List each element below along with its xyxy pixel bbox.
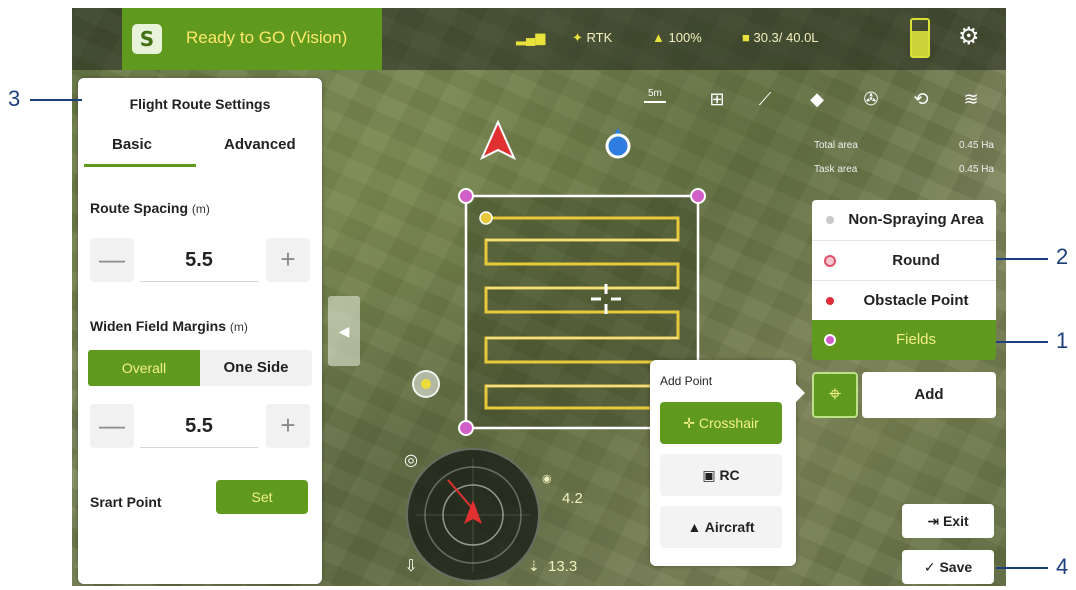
- satellite-icon: ✦: [572, 30, 583, 45]
- home-direction-icon: [480, 120, 516, 160]
- eraser-icon[interactable]: ◆: [804, 86, 830, 112]
- info-task-area: Task area 0.45 Ha: [814, 164, 994, 175]
- aircraft-location-icon: [605, 128, 631, 159]
- route-spacing-value[interactable]: 5.5: [140, 238, 258, 282]
- non-spraying-dot-icon: [826, 216, 834, 224]
- aircraft-icon: ▲: [687, 519, 702, 535]
- add-point-aircraft-option[interactable]: ▲ Aircraft: [660, 506, 782, 548]
- distance-icon: ◉: [542, 473, 552, 485]
- rtk-indicator: ✦ RTK: [572, 30, 613, 45]
- menu-item-fields[interactable]: Fields: [812, 320, 996, 360]
- callout-number: 2: [1056, 244, 1069, 269]
- sprayer-icon: ■: [742, 30, 750, 45]
- margin-one-side-option[interactable]: One Side: [200, 350, 312, 386]
- gear-icon[interactable]: ⚙: [958, 22, 980, 51]
- collapse-panel-button[interactable]: ◀: [328, 296, 360, 366]
- signal-indicator: ▂▄▆: [516, 30, 545, 46]
- add-button[interactable]: Add: [862, 372, 996, 418]
- landing-icon[interactable]: ⇩: [400, 556, 422, 578]
- drone-settings-icon[interactable]: ✇: [858, 86, 884, 112]
- height-value: 13.3: [548, 558, 578, 575]
- margin-value[interactable]: 5.5: [140, 404, 258, 448]
- field-corner-handle[interactable]: [458, 188, 474, 204]
- obstacle-dot-icon: [826, 297, 834, 305]
- callout-line: [996, 258, 1048, 260]
- add-point-popup: Add Point ✛ Crosshair ▣ RC ▲ Aircraft: [650, 360, 805, 566]
- callout-number: 3: [8, 86, 21, 111]
- set-start-point-button[interactable]: Set: [216, 480, 308, 514]
- tab-basic[interactable]: Basic: [112, 136, 152, 153]
- widen-field-margins-label: Widen Field Margins (m): [90, 318, 248, 334]
- add-field-icon[interactable]: ⊞: [704, 86, 730, 112]
- flight-route-settings-panel: Flight Route Settings Basic Advanced Rou…: [78, 78, 322, 584]
- margin-increase-button[interactable]: +: [266, 404, 310, 448]
- callout-line: [30, 99, 82, 101]
- add-point-crosshair-option[interactable]: ✛ Crosshair: [660, 402, 782, 444]
- route-start-marker[interactable]: [479, 211, 493, 225]
- measure-icon[interactable]: ⟋: [752, 86, 778, 112]
- tank-icon: ▲: [652, 30, 665, 45]
- app-screen: S Ready to GO (Vision) ▂▄▆ ✦ RTK ▲ 100% …: [72, 8, 1006, 586]
- crosshair-icon: ⌖: [828, 381, 842, 406]
- tank-indicator: ▲ 100%: [652, 30, 702, 45]
- popup-title: Add Point: [660, 374, 713, 388]
- add-point-rc-option[interactable]: ▣ RC: [660, 454, 782, 496]
- crosshair-icon: ✛: [683, 415, 695, 431]
- route-spacing-decrease-button[interactable]: —: [90, 238, 134, 282]
- menu-icon[interactable]: S: [132, 24, 162, 54]
- target-icon[interactable]: ◎: [400, 450, 422, 472]
- height-icon: ⇣: [528, 558, 540, 574]
- menu-item-round[interactable]: Round: [812, 240, 996, 280]
- start-point-label: Srart Point: [90, 494, 162, 510]
- status-chip[interactable]: S Ready to GO (Vision): [122, 8, 382, 70]
- fields-dot-icon: [824, 334, 836, 346]
- spray-indicator: ■ 30.3/ 40.0L: [742, 30, 819, 45]
- active-tab-indicator: [84, 164, 196, 167]
- menu-item-obstacle-point[interactable]: Obstacle Point: [812, 280, 996, 320]
- status-text: Ready to GO (Vision): [186, 28, 348, 47]
- radar-graphic: [416, 458, 530, 572]
- radar-compass: [406, 448, 540, 582]
- margin-decrease-button[interactable]: —: [90, 404, 134, 448]
- exit-button[interactable]: ⇥ Exit: [902, 504, 994, 538]
- status-bar: S Ready to GO (Vision) ▂▄▆ ✦ RTK ▲ 100% …: [72, 8, 1006, 70]
- chevron-left-icon: ◀: [338, 323, 350, 339]
- field-corner-handle[interactable]: [690, 188, 706, 204]
- callout-number: 4: [1056, 554, 1069, 579]
- info-total-area: Total area 0.45 Ha: [814, 140, 994, 151]
- exit-icon: ⇥: [927, 513, 940, 529]
- rc-signal-icon: ▂▄▆: [516, 30, 546, 45]
- tab-advanced[interactable]: Advanced: [224, 136, 296, 153]
- route-spacing-label: Route Spacing (m): [90, 200, 210, 216]
- location-marker-icon[interactable]: [412, 370, 440, 398]
- rotate-icon[interactable]: ⟲: [908, 86, 934, 112]
- layers-icon[interactable]: ≋: [958, 86, 984, 112]
- callout-line: [996, 567, 1048, 569]
- crosshair-toggle-button[interactable]: ⌖: [812, 372, 858, 418]
- field-corner-handle[interactable]: [458, 420, 474, 436]
- save-button[interactable]: ✓ Save: [902, 550, 994, 584]
- route-spacing-increase-button[interactable]: +: [266, 238, 310, 282]
- round-dot-icon: [824, 255, 836, 267]
- panel-title: Flight Route Settings: [129, 96, 271, 112]
- distance-value: 4.2: [562, 490, 583, 507]
- callout-line: [996, 341, 1048, 343]
- menu-item-non-spraying-area[interactable]: Non-Spraying Area: [812, 200, 996, 240]
- margin-overall-option[interactable]: Overall: [88, 350, 200, 386]
- scale-ruler-icon: 5m: [644, 88, 666, 103]
- remote-controller-icon: ▣: [702, 467, 716, 483]
- callout-number: 1: [1056, 328, 1069, 353]
- check-icon: ✓: [923, 559, 936, 575]
- battery-icon: [910, 18, 930, 58]
